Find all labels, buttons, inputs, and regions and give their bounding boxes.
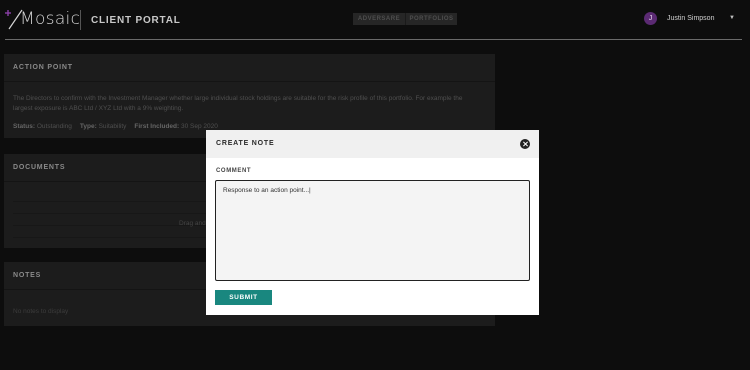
nav-tabs: ADVERSARE PORTFOLIOS [353,13,457,25]
logo[interactable]: Mosaic [5,6,80,32]
status-value: Outstanding [36,123,72,130]
status-label: Status: [13,123,36,130]
header-rule [5,39,742,40]
action-point-meta: Status: Outstanding Type: Suitability Fi… [13,123,218,130]
chevron-down-icon[interactable]: ▼ [729,15,735,21]
modal-title: CREATE NOTE [216,140,275,147]
first-included-field: First Included: 30 Sep 2020 [134,123,217,130]
first-included-value: 30 Sep 2020 [181,123,218,130]
tab-portfolios[interactable]: PORTFOLIOS [405,13,457,25]
action-point-description: The Directors to confirm with the Invest… [13,95,463,112]
avatar[interactable]: J [644,12,657,25]
first-included-label: First Included: [134,123,180,130]
comment-field[interactable]: Response to an action point...| [215,180,530,281]
create-note-modal: CREATE NOTE COMMENT Response to an actio… [206,130,539,315]
type-value: Suitability [98,123,127,130]
status-field: Status: Outstanding [13,123,72,130]
comment-label: COMMENT [216,168,252,174]
action-point-heading: ACTION POINT [4,54,495,82]
mosaic-logo-icon [5,9,23,30]
notes-empty-text: No notes to display [13,308,69,315]
action-point-panel: ACTION POINT The Directors to confirm wi… [4,54,495,138]
type-field: Type: Suitability [80,123,127,130]
logo-text: Mosaic [20,9,81,29]
user-name[interactable]: Justin Simpson [667,15,714,22]
tab-adversare[interactable]: ADVERSARE [353,13,405,25]
top-header: Mosaic CLIENT PORTAL ADVERSARE PORTFOLIO… [0,0,750,40]
modal-header: CREATE NOTE [206,130,539,158]
close-icon[interactable] [520,139,530,149]
submit-button[interactable]: SUBMIT [215,290,272,305]
type-label: Type: [79,123,97,130]
portal-title: CLIENT PORTAL [91,15,181,26]
header-divider [80,10,81,30]
